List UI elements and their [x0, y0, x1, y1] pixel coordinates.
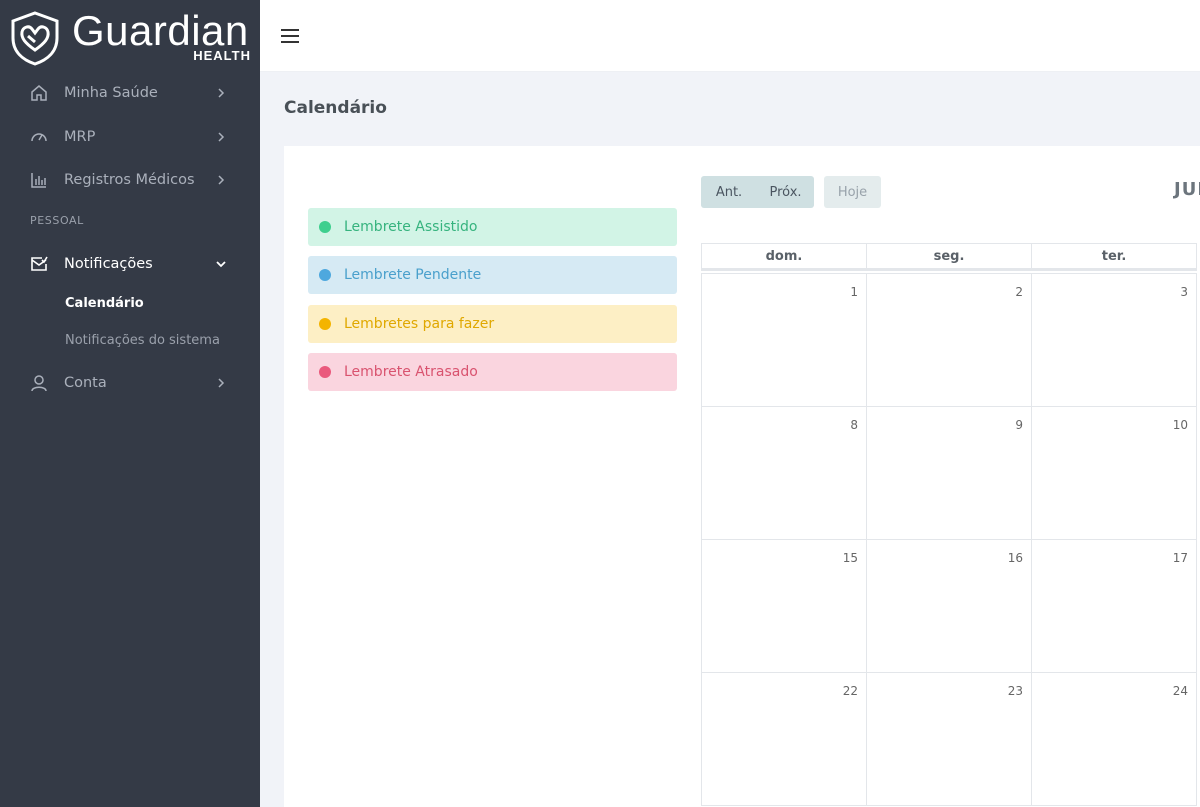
sidebar: Guardian HEALTH Minha Saúde MRP Registro…: [0, 0, 260, 807]
legend-dot-icon: [319, 221, 331, 233]
sidebar-item-label: MRP: [64, 129, 96, 145]
prev-button[interactable]: Ant.: [701, 176, 757, 208]
legend-label: Lembrete Assistido: [344, 219, 478, 235]
calendar-day-cell[interactable]: 17: [1031, 539, 1197, 673]
sidebar-item-label: Minha Saúde: [64, 85, 158, 101]
day-number: 9: [1015, 418, 1023, 432]
legend-item: Lembrete Atrasado: [308, 353, 677, 391]
chevron-right-icon: [218, 175, 225, 185]
day-number: 24: [1172, 684, 1188, 698]
guardian-shield-icon: [11, 11, 59, 66]
sidebar-subitem-notificacoes-sistema[interactable]: Notificações do sistema: [65, 333, 220, 348]
today-button[interactable]: Hoje: [824, 176, 881, 208]
page-title: Calendário: [284, 98, 387, 118]
next-button[interactable]: Próx.: [757, 176, 814, 208]
legend-item: Lembretes para fazer: [308, 305, 677, 343]
legend-label: Lembrete Pendente: [344, 267, 482, 283]
legend-dot-icon: [319, 318, 331, 330]
top-bar: [260, 0, 1200, 72]
day-number: 23: [1007, 684, 1023, 698]
sidebar-item-registros-medicos[interactable]: Registros Médicos: [0, 160, 260, 200]
sidebar-item-label: Conta: [64, 375, 107, 391]
calendar-day-cell[interactable]: 3: [1031, 273, 1197, 407]
day-number: 1: [850, 285, 858, 299]
chevron-right-icon: [218, 88, 225, 98]
chevron-right-icon: [218, 378, 225, 388]
calendar-day-cell[interactable]: 16: [866, 539, 1032, 673]
menu-toggle-icon[interactable]: [281, 29, 299, 43]
day-number: 16: [1007, 551, 1023, 565]
calendar-day-cell[interactable]: 10: [1031, 406, 1197, 540]
legend-label: Lembretes para fazer: [344, 316, 495, 332]
day-number: 2: [1015, 285, 1023, 299]
calendar-day-cell[interactable]: 9: [866, 406, 1032, 540]
weekday-header: seg.: [866, 243, 1032, 271]
legend-dot-icon: [319, 269, 331, 281]
day-number: 15: [842, 551, 858, 565]
calendar-card: Lembrete Assistido Lembrete Pendente Lembr…: [284, 146, 1200, 807]
sidebar-item-mrp[interactable]: MRP: [0, 117, 260, 157]
calendar-day-cell[interactable]: 23: [866, 672, 1032, 806]
legend-dot-icon: [319, 366, 331, 378]
bar-chart-icon: [31, 173, 46, 188]
brand-logo[interactable]: Guardian HEALTH: [8, 7, 253, 66]
weekday-header: ter.: [1031, 243, 1197, 271]
mail-check-icon: [31, 256, 48, 271]
home-icon: [31, 85, 47, 101]
sidebar-item-minha-saude[interactable]: Minha Saúde: [0, 73, 260, 113]
chevron-right-icon: [218, 132, 225, 142]
legend-item: Lembrete Assistido: [308, 208, 677, 246]
month-title: JULHO: [1174, 179, 1200, 200]
legend-item: Lembrete Pendente: [308, 256, 677, 294]
sidebar-subitem-calendario[interactable]: Calendário: [65, 296, 144, 311]
weekday-header: dom.: [701, 243, 867, 271]
sidebar-item-label: Registros Médicos: [64, 172, 195, 188]
calendar-day-cell[interactable]: 8: [701, 406, 867, 540]
calendar-day-cell[interactable]: 15: [701, 539, 867, 673]
brand-sub: HEALTH: [193, 48, 251, 63]
day-number: 10: [1172, 418, 1188, 432]
day-number: 3: [1180, 285, 1188, 299]
section-header-pessoal: PESSOAL: [30, 214, 84, 227]
sidebar-item-label: Notificações: [64, 256, 153, 272]
calendar-day-cell[interactable]: 1: [701, 273, 867, 407]
legend-label: Lembrete Atrasado: [344, 364, 478, 380]
day-number: 22: [842, 684, 858, 698]
day-number: 8: [850, 418, 858, 432]
sidebar-item-conta[interactable]: Conta: [0, 363, 260, 403]
sidebar-item-notificacoes[interactable]: Notificações: [0, 244, 260, 284]
calendar-day-cell[interactable]: 2: [866, 273, 1032, 407]
calendar-day-cell[interactable]: 24: [1031, 672, 1197, 806]
user-icon: [31, 375, 47, 392]
gauge-icon: [31, 133, 47, 142]
calendar-day-cell[interactable]: 22: [701, 672, 867, 806]
chevron-down-icon: [216, 261, 226, 268]
day-number: 17: [1172, 551, 1188, 565]
